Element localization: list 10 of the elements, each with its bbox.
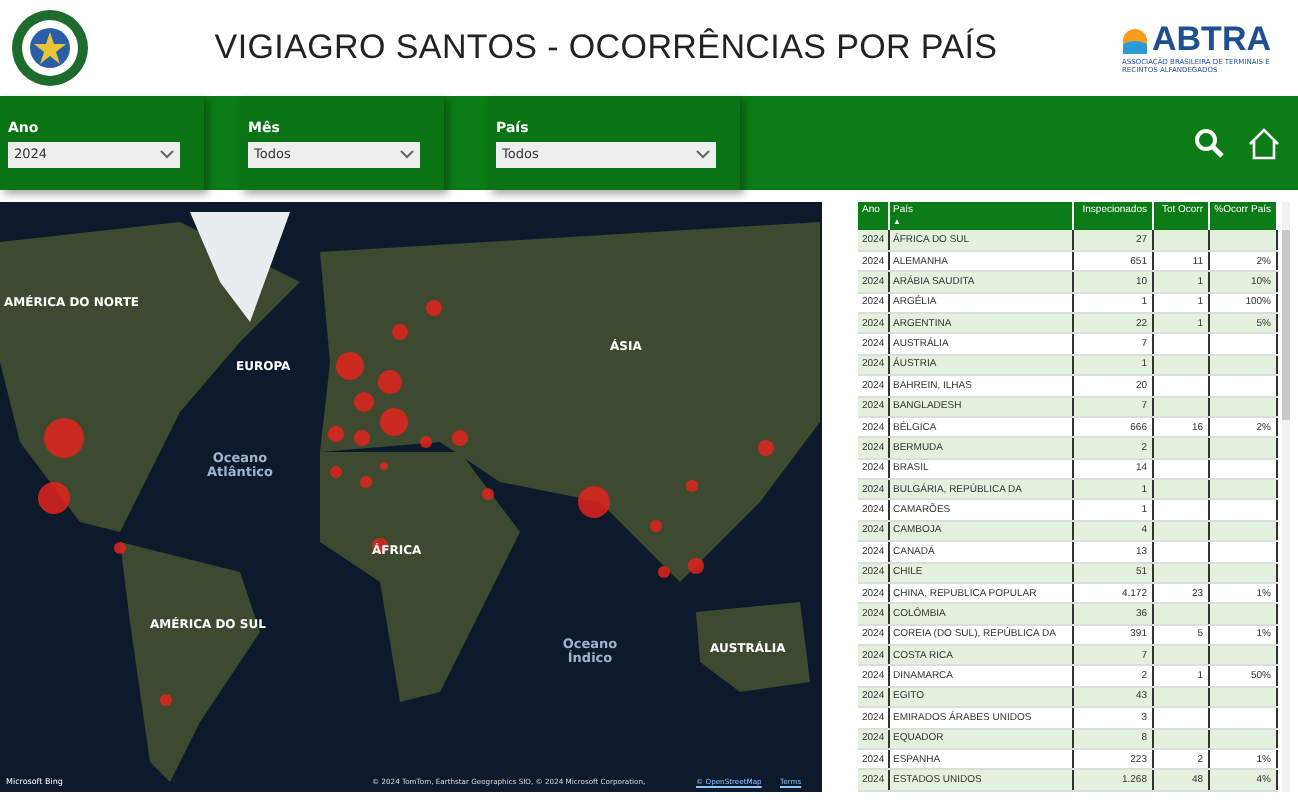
chevron-down-icon: [400, 149, 414, 159]
home-icon[interactable]: [1248, 127, 1280, 159]
chevron-down-icon: [160, 149, 174, 159]
chevron-down-icon: [696, 149, 710, 159]
scrollbar-thumb[interactable]: [1281, 230, 1289, 420]
page-title: VIGIAGRO SANTOS - OCORRÊNCIAS POR PAÍS: [214, 28, 998, 68]
emblem-icon: [10, 8, 90, 88]
search-icon[interactable]: [1194, 128, 1224, 158]
table-cell: [1208, 230, 1276, 251]
table-cell: [1152, 230, 1208, 251]
